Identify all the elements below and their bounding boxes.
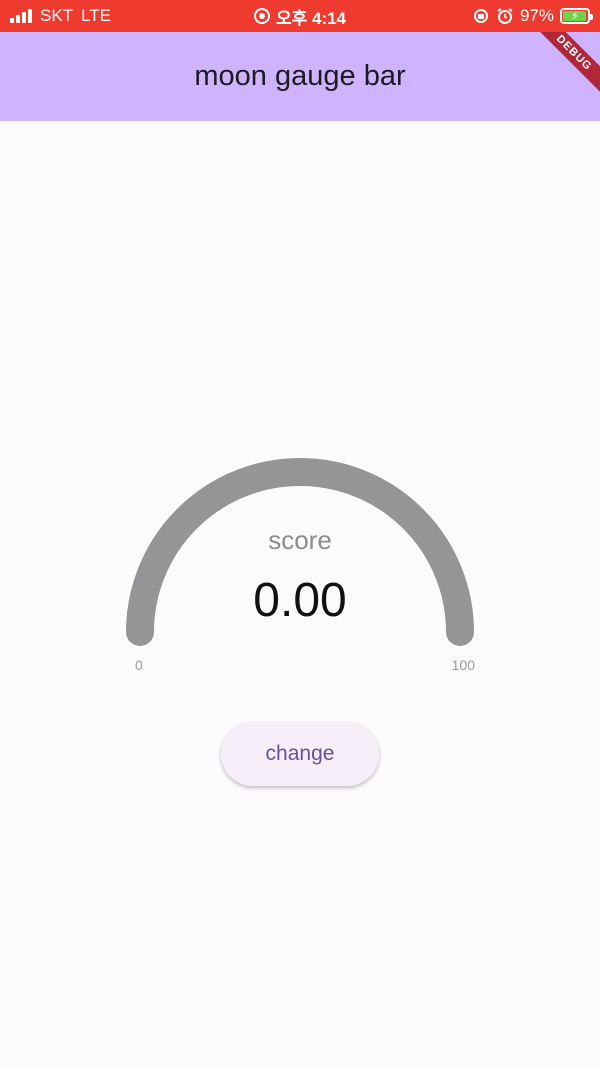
battery-icon: ⚡ — [560, 8, 593, 24]
rotation-lock-icon — [473, 9, 488, 23]
gauge-min-label: 0 — [135, 657, 143, 673]
gauge-value: 0.00 — [253, 574, 347, 627]
gauge-arc — [126, 458, 474, 646]
page-title: moon gauge bar — [194, 60, 406, 92]
gauge-max-label: 100 — [451, 657, 475, 673]
gauge-label: score — [268, 525, 332, 555]
status-time: 오후 4:14 — [275, 8, 347, 28]
change-button[interactable]: change — [221, 722, 379, 786]
status-bar: SKT LTE 오후 4:14 97% ⚡ — [0, 0, 600, 32]
battery-percent: 97% — [519, 6, 554, 25]
debug-banner: DEBUG — [525, 32, 600, 102]
screen-record-icon — [253, 8, 270, 24]
moon-gauge: score 0.00 0 100 — [120, 455, 480, 685]
app-bar: moon gauge bar DEBUG — [0, 32, 600, 121]
alarm-icon — [497, 8, 513, 24]
status-right: 97% ⚡ — [472, 0, 593, 32]
